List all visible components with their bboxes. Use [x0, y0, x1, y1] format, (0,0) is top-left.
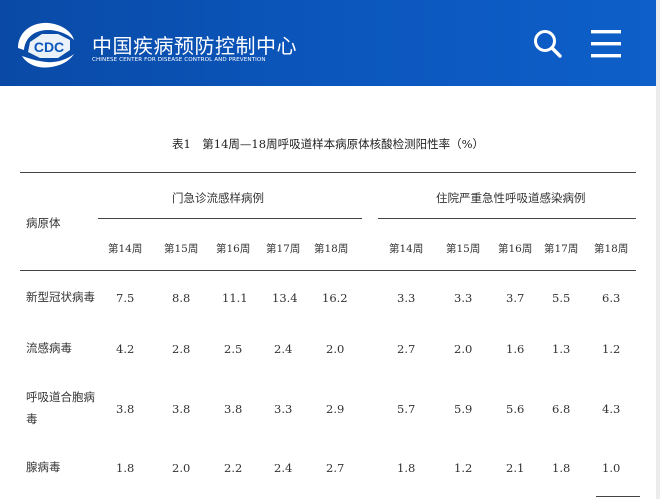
- group1-rule: [98, 218, 362, 219]
- pathogen-name: 流感病毒: [26, 341, 72, 355]
- table-cell: 2.5: [224, 342, 243, 356]
- table-cell: 2.1: [506, 461, 525, 475]
- table-cell: 7.5: [116, 291, 135, 305]
- group2-header: 住院严重急性呼吸道感染病例: [436, 191, 586, 205]
- group1-header: 门急诊流感样病例: [172, 191, 264, 205]
- week-header: 第17周: [266, 243, 301, 255]
- table-cell: 11.1: [222, 291, 248, 305]
- table-cell: 3.8: [116, 402, 135, 416]
- table-cell: 2.7: [326, 461, 345, 475]
- table-cell: 2.4: [274, 461, 293, 475]
- table-cell: 2.4: [274, 342, 293, 356]
- week-header: 第17周: [544, 243, 579, 255]
- week-header: 第15周: [446, 243, 481, 255]
- cdc-logo[interactable]: CDC: [12, 18, 82, 70]
- header-bottom-rule: [20, 270, 636, 271]
- table-cell: 4.3: [602, 402, 621, 416]
- table-cell: 6.8: [552, 402, 571, 416]
- table-cell: 3.8: [172, 402, 191, 416]
- week-header: 第15周: [164, 243, 199, 255]
- table-cell: 2.7: [397, 342, 416, 356]
- group2-rule: [378, 218, 636, 219]
- pathogen-name: 腺病毒: [26, 460, 61, 474]
- table-cell: 1.2: [454, 461, 473, 475]
- week-header: 第18周: [594, 243, 629, 255]
- table-cell: 2.2: [224, 461, 243, 475]
- week-header: 第14周: [389, 243, 424, 255]
- table-cell: 2.9: [326, 402, 345, 416]
- table-cell: 3.3: [454, 291, 473, 305]
- table-cell: 3.3: [397, 291, 416, 305]
- table-cell: 2.0: [326, 342, 345, 356]
- site-subtitle: CHINESE CENTER FOR DISEASE CONTROL AND P…: [92, 57, 266, 63]
- week-header: 第14周: [108, 243, 143, 255]
- pathogen-header: 病原体: [26, 216, 61, 230]
- table-cell: 1.6: [506, 342, 525, 356]
- table-cell: 5.7: [397, 402, 416, 416]
- table-cell: 1.8: [552, 461, 571, 475]
- week-header: 第16周: [498, 243, 533, 255]
- table-cell: 5.5: [552, 291, 571, 305]
- pathogen-name: 新型冠状病毒: [26, 290, 95, 304]
- table-cell: 1.3: [552, 342, 571, 356]
- table-cell: 2.8: [172, 342, 191, 356]
- scrollbar-edge: [656, 0, 660, 499]
- search-icon[interactable]: [532, 28, 564, 60]
- table-cell: 1.0: [602, 461, 621, 475]
- week-header: 第16周: [216, 243, 251, 255]
- svg-text:CDC: CDC: [34, 39, 64, 55]
- week-header: 第18周: [314, 243, 349, 255]
- site-header: CDC 中国疾病预防控制中心 CHINESE CENTER FOR DISEAS…: [0, 0, 656, 86]
- table-cell: 2.0: [454, 342, 473, 356]
- table-cell: 3.7: [506, 291, 525, 305]
- table-cell: 13.4: [272, 291, 298, 305]
- table-cell: 6.3: [602, 291, 621, 305]
- table-cell: 3.8: [224, 402, 243, 416]
- table-cell: 5.9: [454, 402, 473, 416]
- table-bottom-rule: [596, 496, 640, 497]
- pathogen-name: 呼吸道合胞病毒: [26, 390, 95, 426]
- table-cell: 1.2: [602, 342, 621, 356]
- site-title[interactable]: 中国疾病预防控制中心: [92, 30, 297, 59]
- table-caption: 表1 第14周—18周呼吸道样本病原体核酸检测阳性率（%）: [171, 137, 484, 151]
- table-cell: 5.6: [506, 402, 525, 416]
- table-cell: 1.8: [116, 461, 135, 475]
- table-cell: 3.3: [274, 402, 293, 416]
- table-cell: 2.0: [172, 461, 191, 475]
- table-cell: 8.8: [172, 291, 191, 305]
- table-cell: 1.8: [397, 461, 416, 475]
- hamburger-menu-icon[interactable]: [589, 27, 623, 61]
- table-top-rule: [20, 172, 636, 173]
- table-cell: 4.2: [116, 342, 135, 356]
- table-cell: 16.2: [322, 291, 348, 305]
